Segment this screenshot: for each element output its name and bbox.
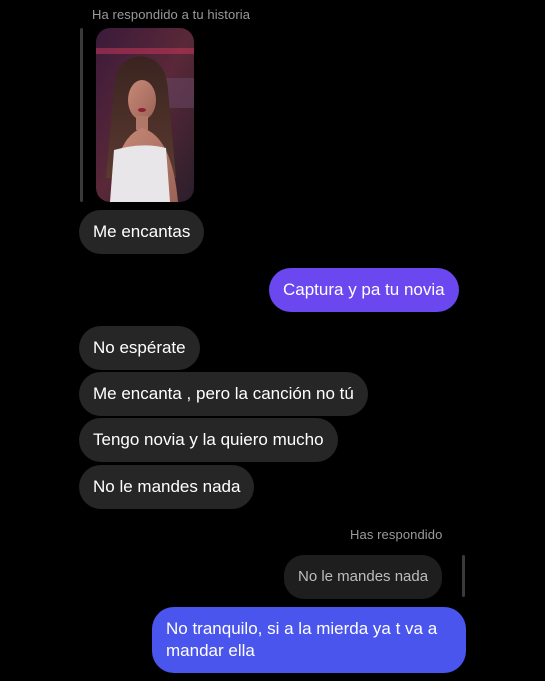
message-bubble-incoming[interactable]: Me encanta , pero la canción no tú <box>79 372 368 416</box>
message-text: Tengo novia y la quiero mucho <box>93 430 324 449</box>
message-bubble-outgoing[interactable]: Captura y pa tu novia <box>269 268 459 312</box>
my-reply-label: Has respondido <box>350 527 443 542</box>
story-reply-label: Ha respondido a tu historia <box>92 7 251 22</box>
message-text: Me encantas <box>93 222 191 241</box>
message-bubble-incoming[interactable]: No espérate <box>79 326 200 370</box>
story-photo-image <box>96 28 194 202</box>
quoted-text: No le mandes nada <box>298 568 429 585</box>
message-bubble-incoming[interactable]: Tengo novia y la quiero mucho <box>79 418 338 462</box>
message-text: Me encanta , pero la canción no tú <box>93 384 354 403</box>
quoted-message[interactable]: No le mandes nada <box>284 555 443 599</box>
message-bubble-outgoing[interactable]: No tranquilo, si a la mierda ya t va a m… <box>152 607 466 673</box>
story-reply-bar <box>80 28 83 202</box>
story-thumbnail[interactable] <box>96 28 194 202</box>
message-text: No le mandes nada <box>93 477 241 496</box>
message-text: No espérate <box>93 338 186 357</box>
message-bubble-incoming[interactable]: No le mandes nada <box>79 465 255 509</box>
message-text: Captura y pa tu novia <box>283 280 445 299</box>
quoted-reply-bar <box>462 555 465 597</box>
message-bubble-incoming[interactable]: Me encantas <box>79 210 205 254</box>
message-text: No tranquilo, si a la mierda ya t va a m… <box>166 619 438 660</box>
